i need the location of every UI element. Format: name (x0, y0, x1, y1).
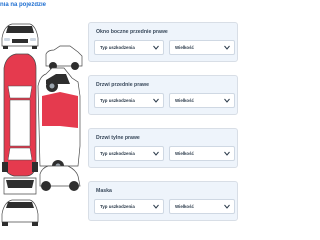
car-damage-diagram[interactable] (0, 16, 84, 240)
damage-size-label: Wielkość (175, 45, 194, 50)
damage-size-label: Wielkość (175, 98, 194, 103)
page-title: nia na pojeździe (0, 2, 47, 8)
damage-type-label: Typ uszkodzenia (100, 45, 135, 50)
damage-type-select[interactable]: Typ uszkodzenia (94, 93, 164, 108)
damage-panel-rear-right-door: Drzwi tylne prawe Typ uszkodzenia Wielko… (88, 128, 238, 168)
chevron-down-icon (224, 98, 230, 103)
chevron-down-icon (224, 45, 230, 50)
panel-title: Maska (96, 188, 112, 194)
damage-type-select[interactable]: Typ uszkodzenia (94, 40, 164, 55)
damage-type-select[interactable]: Typ uszkodzenia (94, 146, 164, 161)
car-bottom-view[interactable] (1, 199, 39, 226)
chevron-down-icon (153, 151, 159, 156)
damage-size-select[interactable]: Wielkość (169, 93, 235, 108)
chevron-down-icon (153, 98, 159, 103)
damage-type-select[interactable]: Typ uszkodzenia (94, 199, 164, 214)
damage-size-label: Wielkość (175, 204, 194, 209)
car-right-side-view[interactable] (45, 45, 83, 70)
car-front-view[interactable] (1, 23, 39, 49)
damage-type-label: Typ uszkodzenia (100, 98, 135, 103)
damage-size-label: Wielkość (175, 151, 194, 156)
car-right-profile[interactable] (37, 67, 81, 172)
panel-title: Drzwi przednie prawe (96, 82, 150, 88)
car-top-view[interactable] (2, 53, 38, 177)
panel-title: Okno boczne przednie prawe (96, 29, 168, 35)
damage-size-select[interactable]: Wielkość (169, 146, 235, 161)
chevron-down-icon (224, 204, 230, 209)
damage-size-select[interactable]: Wielkość (169, 40, 235, 55)
damage-panel-front-right-door: Drzwi przednie prawe Typ uszkodzenia Wie… (88, 75, 238, 115)
damage-size-select[interactable]: Wielkość (169, 199, 235, 214)
chevron-down-icon (224, 151, 230, 156)
panel-title: Drzwi tylne prawe (96, 135, 140, 141)
damage-type-label: Typ uszkodzenia (100, 204, 135, 209)
chevron-down-icon (153, 204, 159, 209)
chevron-down-icon (153, 45, 159, 50)
damage-type-label: Typ uszkodzenia (100, 151, 135, 156)
damage-panel-front-right-window: Okno boczne przednie prawe Typ uszkodzen… (88, 22, 238, 62)
damage-panel-hood: Maska Typ uszkodzenia Wielkość (88, 181, 238, 221)
